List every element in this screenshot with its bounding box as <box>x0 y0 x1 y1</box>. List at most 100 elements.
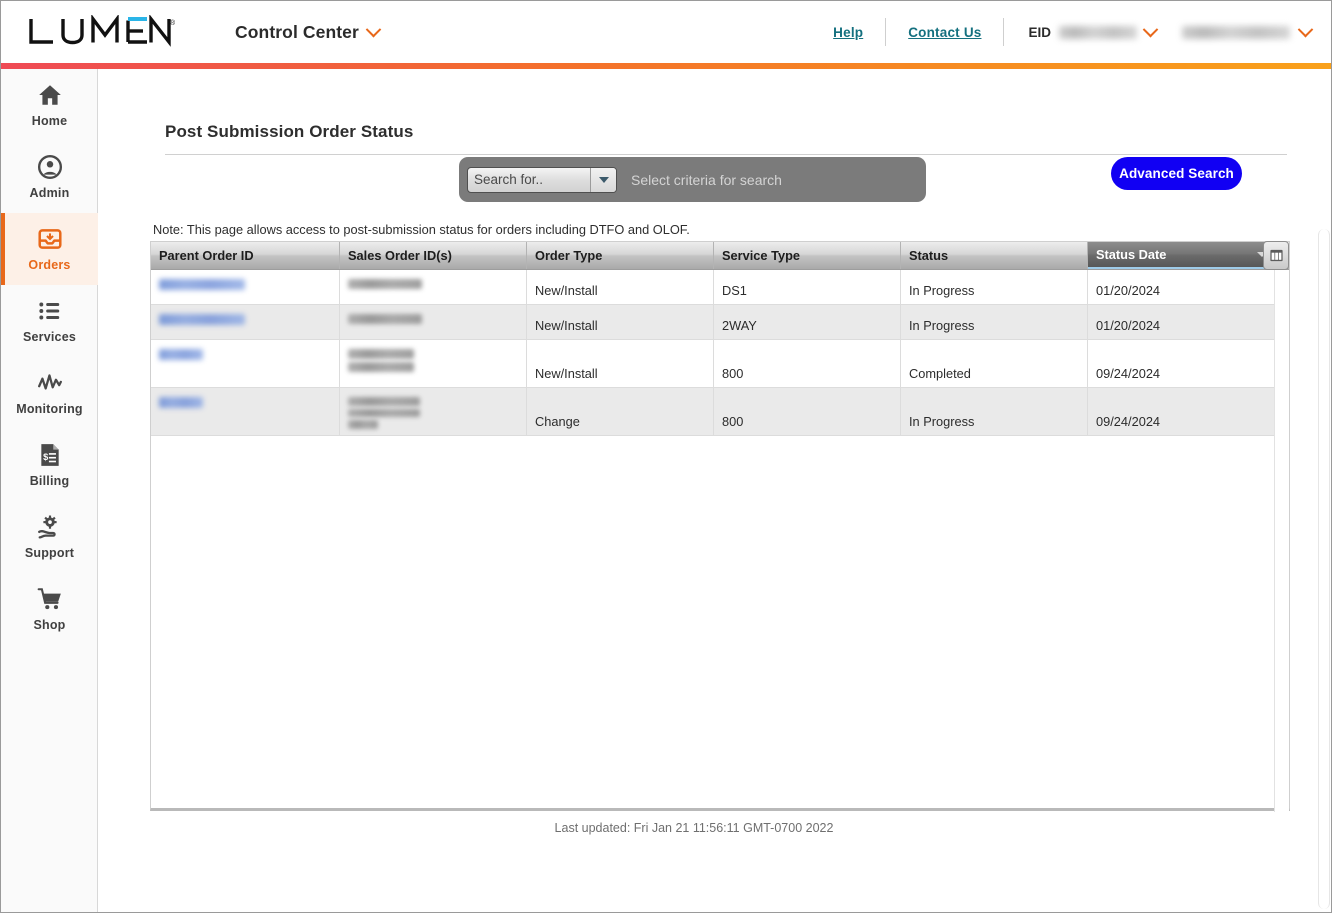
last-updated-text: Last updated: Fri Jan 21 11:56:11 GMT-07… <box>99 821 1289 835</box>
cell-status: In Progress <box>901 388 1088 435</box>
sidebar-item-support[interactable]: Support <box>1 501 98 573</box>
sidebar-item-home[interactable]: Home <box>1 69 98 141</box>
sidebar-label: Orders <box>28 258 70 272</box>
column-header-label: Service Type <box>722 248 800 263</box>
contact-us-link[interactable]: Contact Us <box>892 25 997 40</box>
app-window: ® Control Center Help Contact Us EID <box>0 0 1332 913</box>
column-header-label: Status Date <box>1096 247 1166 262</box>
eid-value-redacted <box>1059 26 1137 39</box>
column-header-parent-order-id[interactable]: Parent Order ID <box>151 242 340 269</box>
sales-order-id-redacted <box>348 362 414 372</box>
header-right-group: Help Contact Us EID <box>817 1 1332 63</box>
control-center-menu[interactable]: Control Center <box>235 22 379 43</box>
eid-selector[interactable]: EID <box>1010 25 1166 40</box>
search-for-select[interactable]: Search for.. <box>467 167 617 193</box>
cell-order-type: Change <box>527 388 714 435</box>
top-header: ® Control Center Help Contact Us EID <box>1 1 1332 63</box>
sales-order-id-redacted <box>348 314 422 324</box>
grid-header-row: Parent Order ID Sales Order ID(s) Order … <box>151 242 1289 270</box>
column-chooser-button[interactable] <box>1263 241 1289 270</box>
column-header-label: Parent Order ID <box>159 248 254 263</box>
cell-sales-order-ids <box>340 388 527 435</box>
inbox-icon <box>37 226 63 252</box>
chevron-down-icon <box>599 177 609 183</box>
svg-text:®: ® <box>170 19 175 27</box>
table-row[interactable]: Change 800 In Progress 09/24/2024 <box>151 388 1289 436</box>
parent-order-id-redacted <box>159 279 245 290</box>
parent-order-id-redacted <box>159 314 245 325</box>
page-note: Note: This page allows access to post-su… <box>153 222 690 237</box>
cell-service-type: 2WAY <box>714 305 901 339</box>
cell-sales-order-ids <box>340 340 527 387</box>
gear-hand-icon <box>37 514 63 540</box>
grid-vertical-scrollbar[interactable] <box>1274 270 1289 812</box>
table-row[interactable]: New/Install DS1 In Progress 01/20/2024 <box>151 270 1289 305</box>
sidebar-item-admin[interactable]: Admin <box>1 141 98 213</box>
sales-order-id-redacted <box>348 409 420 418</box>
columns-grid-icon <box>1269 248 1284 263</box>
sales-order-id-redacted <box>348 420 378 429</box>
cell-service-type: 800 <box>714 340 901 387</box>
column-header-status[interactable]: Status <box>901 242 1088 269</box>
chevron-down-icon <box>1143 21 1159 37</box>
search-panel: Search for.. Select criteria for search <box>459 157 926 202</box>
sidebar-item-orders[interactable]: Orders <box>1 213 98 285</box>
cart-icon <box>37 586 63 612</box>
parent-order-id-redacted <box>159 349 203 360</box>
main-content: Post Submission Order Status Search for.… <box>99 69 1332 913</box>
cell-status: Completed <box>901 340 1088 387</box>
account-value-redacted <box>1182 26 1290 39</box>
chevron-down-icon <box>1298 21 1314 37</box>
sidebar-item-shop[interactable]: Shop <box>1 573 98 645</box>
cell-status-date: 09/24/2024 <box>1088 388 1276 435</box>
grid-body: New/Install DS1 In Progress 01/20/2024 N… <box>151 270 1289 436</box>
search-for-value: Search for.. <box>468 172 590 187</box>
sidebar-label: Services <box>23 330 76 344</box>
column-header-label: Order Type <box>535 248 602 263</box>
sidebar-label: Support <box>25 546 74 560</box>
cell-parent-order-id[interactable] <box>151 270 340 304</box>
cell-parent-order-id[interactable] <box>151 305 340 339</box>
column-header-label: Sales Order ID(s) <box>348 248 452 263</box>
sidebar-item-services[interactable]: Services <box>1 285 98 357</box>
sidebar-label: Monitoring <box>16 402 83 416</box>
title-divider <box>165 154 1287 155</box>
sidebar-item-billing[interactable]: $ Billing <box>1 429 98 501</box>
cell-parent-order-id[interactable] <box>151 388 340 435</box>
cell-status-date: 01/20/2024 <box>1088 270 1276 304</box>
lumen-logo[interactable]: ® <box>27 15 175 49</box>
column-header-order-type[interactable]: Order Type <box>527 242 714 269</box>
parent-order-id-redacted <box>159 397 203 408</box>
advanced-search-button[interactable]: Advanced Search <box>1111 157 1242 190</box>
cell-sales-order-ids <box>340 305 527 339</box>
cell-order-type: New/Install <box>527 305 714 339</box>
invoice-icon: $ <box>37 442 63 468</box>
sidebar-label: Billing <box>30 474 70 488</box>
pulse-icon <box>37 370 63 396</box>
account-selector[interactable] <box>1166 26 1325 39</box>
cell-status-date: 01/20/2024 <box>1088 305 1276 339</box>
cell-status-date: 09/24/2024 <box>1088 340 1276 387</box>
primary-sidebar: Home Admin Orders <box>1 69 98 913</box>
control-center-label: Control Center <box>235 22 359 43</box>
sidebar-label: Home <box>32 114 68 128</box>
column-header-status-date[interactable]: Status Date <box>1088 242 1276 269</box>
sidebar-label: Shop <box>33 618 65 632</box>
table-row[interactable]: New/Install 800 Completed 09/24/2024 <box>151 340 1289 388</box>
page-vertical-scrollbar[interactable] <box>1318 229 1330 909</box>
sidebar-item-monitoring[interactable]: Monitoring <box>1 357 98 429</box>
sidebar-label: Admin <box>30 186 70 200</box>
cell-service-type: DS1 <box>714 270 901 304</box>
cell-parent-order-id[interactable] <box>151 340 340 387</box>
sales-order-id-redacted <box>348 279 422 289</box>
cell-sales-order-ids <box>340 270 527 304</box>
select-arrow-box <box>590 168 616 192</box>
table-row[interactable]: New/Install 2WAY In Progress 01/20/2024 <box>151 305 1289 340</box>
column-header-label: Status <box>909 248 948 263</box>
home-icon <box>37 82 63 108</box>
header-divider-1 <box>885 18 886 46</box>
sales-order-id-redacted <box>348 397 420 406</box>
column-header-service-type[interactable]: Service Type <box>714 242 901 269</box>
column-header-sales-order-ids[interactable]: Sales Order ID(s) <box>340 242 527 269</box>
help-link[interactable]: Help <box>817 25 879 40</box>
